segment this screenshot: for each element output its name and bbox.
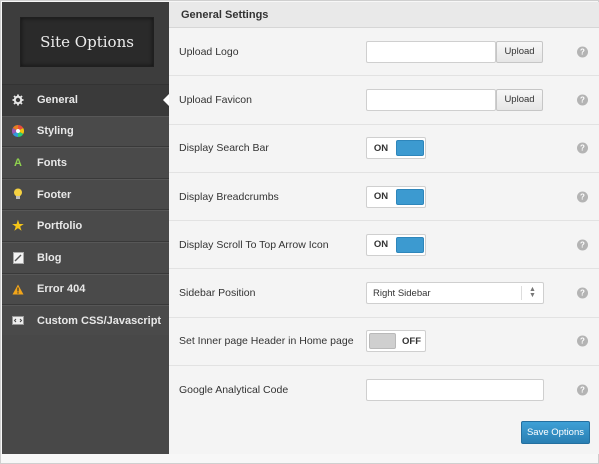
help-icon[interactable]: ? (577, 287, 588, 299)
toggle-knob (369, 333, 397, 350)
row-label: Display Search Bar (179, 142, 269, 155)
row-label: Display Scroll To Top Arrow Icon (179, 238, 329, 251)
gear-icon (11, 93, 25, 107)
sidebar-filler (2, 335, 169, 454)
toggle-knob (396, 188, 424, 205)
help-icon[interactable]: ? (577, 46, 588, 58)
row-scroll-to-top: Display Scroll To Top Arrow Icon ON ? (169, 221, 599, 270)
lightbulb-icon (11, 188, 25, 202)
sidebar-item-label: Styling (37, 125, 74, 138)
sidebar-item-label: Custom CSS/Javascript (37, 314, 162, 327)
row-label: Set Inner page Header in Home page (179, 335, 354, 348)
help-icon[interactable]: ? (577, 94, 588, 106)
sidebar-item-label: Blog (37, 251, 62, 264)
color-wheel-icon (11, 124, 25, 138)
sidebar-item-label: Fonts (37, 156, 67, 169)
sidebar-item-portfolio[interactable]: ★ Portfolio (2, 210, 169, 242)
sidebar-item-blog[interactable]: Blog (2, 241, 169, 274)
form-footer: Save Options (169, 411, 599, 454)
font-icon: A (14, 156, 22, 169)
row-label: Google Analytical Code (179, 383, 289, 396)
sidebar-item-general[interactable]: General (2, 84, 170, 116)
sidebar-item-custom-css[interactable]: Custom CSS/Javascript (2, 305, 169, 337)
select-value: Right Sidebar (373, 287, 431, 299)
help-icon[interactable]: ? (577, 335, 588, 347)
main-panel: General Settings Upload Logo Upload ? Up… (169, 2, 599, 454)
help-icon[interactable]: ? (577, 142, 588, 154)
row-upload-logo: Upload Logo Upload ? (169, 28, 599, 77)
search-bar-toggle[interactable]: ON (366, 137, 426, 160)
analytics-code-input[interactable] (366, 378, 544, 401)
scroll-top-toggle[interactable]: ON (366, 233, 426, 256)
help-icon[interactable]: ? (577, 191, 588, 203)
sidebar-item-label: General (37, 93, 78, 106)
toggle-state: ON (373, 239, 389, 251)
updown-arrow-icon: ▲ ▼ (521, 286, 543, 301)
star-icon: ★ (12, 218, 24, 234)
sidebar-item-footer[interactable]: Footer (2, 178, 169, 211)
row-label: Upload Favicon (179, 93, 252, 106)
options-panel: Site Options General Styling A Fonts Foo… (0, 0, 599, 464)
sidebar-item-error-404[interactable]: Error 404 (2, 273, 169, 306)
row-label: Upload Logo (179, 45, 239, 58)
site-options-logo: Site Options (20, 17, 154, 67)
toggle-state: ON (373, 142, 389, 154)
row-label: Display Breadcrumbs (179, 190, 279, 203)
upload-favicon-button[interactable]: Upload (496, 88, 543, 111)
help-icon[interactable]: ? (577, 239, 588, 251)
logo-url-input[interactable] (366, 40, 496, 63)
inner-header-toggle[interactable]: OFF (366, 330, 426, 353)
toggle-state: ON (373, 191, 389, 203)
favicon-url-input[interactable] (366, 88, 496, 111)
code-icon (11, 314, 25, 328)
sidebar-nav: General Styling A Fonts Footer ★ Portfol… (2, 84, 170, 337)
row-upload-favicon: Upload Favicon Upload ? (169, 76, 599, 125)
toggle-knob (396, 236, 424, 253)
row-display-search-bar: Display Search Bar ON ? (169, 125, 599, 173)
row-sidebar-position: Sidebar Position Right Sidebar ▲ ▼ ? (169, 269, 599, 318)
row-label: Sidebar Position (179, 287, 256, 300)
logo-area: Site Options (2, 2, 169, 84)
sidebar-item-label: Footer (37, 188, 72, 201)
sidebar-item-label: Portfolio (37, 220, 83, 233)
document-icon (11, 251, 25, 265)
warning-icon (11, 282, 25, 296)
row-inner-page-header: Set Inner page Header in Home page OFF ? (169, 318, 599, 367)
sidebar: Site Options General Styling A Fonts Foo… (2, 2, 170, 454)
toggle-state: OFF (402, 335, 422, 347)
breadcrumbs-toggle[interactable]: ON (366, 185, 426, 208)
save-options-button[interactable]: Save Options (521, 421, 590, 444)
row-display-breadcrumbs: Display Breadcrumbs ON ? (169, 173, 599, 222)
page-title: General Settings (169, 2, 599, 28)
help-icon[interactable]: ? (577, 384, 588, 396)
toggle-knob (396, 140, 424, 157)
sidebar-item-styling[interactable]: Styling (2, 115, 169, 148)
sidebar-position-select[interactable]: Right Sidebar ▲ ▼ (366, 282, 544, 305)
upload-logo-button[interactable]: Upload (496, 40, 543, 63)
sidebar-item-label: Error 404 (37, 283, 86, 296)
sidebar-item-fonts[interactable]: A Fonts (2, 147, 169, 179)
row-google-analytics: Google Analytical Code ? (169, 366, 599, 415)
